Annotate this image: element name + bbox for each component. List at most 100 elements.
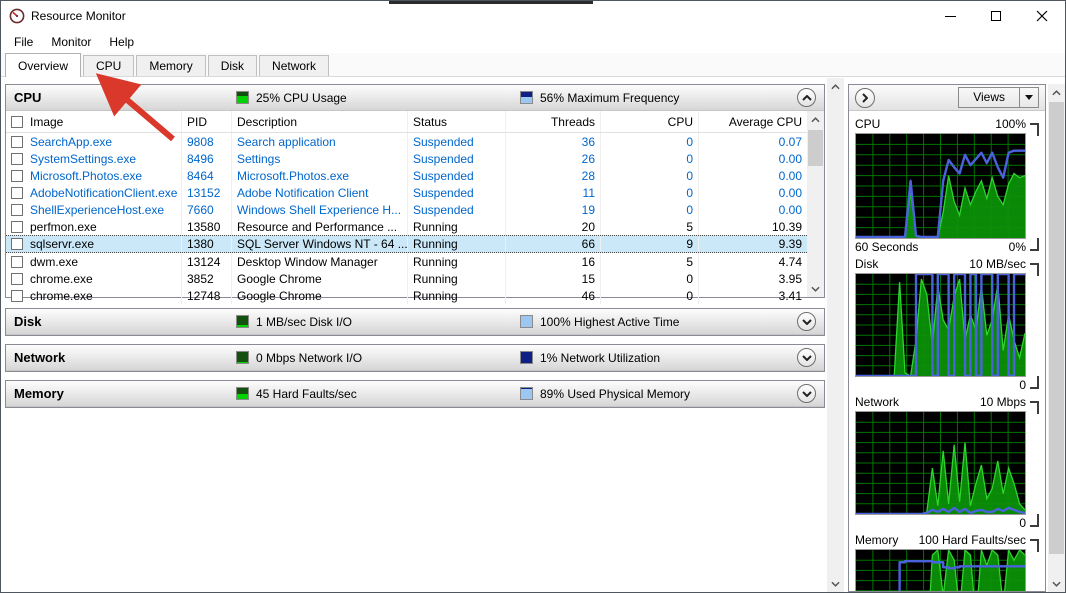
select-all-checkbox[interactable] [11,115,23,128]
scroll-up-icon[interactable] [807,111,824,128]
table-scrollbar[interactable] [807,111,824,297]
cpu-graph-max-label: 100% [995,117,1026,131]
close-button[interactable] [1019,1,1065,31]
process-pid: 3852 [187,271,214,286]
memory-section-header[interactable]: Memory 45 Hard Faults/sec 89% Used Physi… [6,381,824,407]
scale-bracket [1030,514,1039,527]
scroll-up-icon[interactable] [1048,84,1065,101]
network-io-label: 0 Mbps Network I/O [256,350,363,365]
process-pid: 1380 [187,237,214,251]
menubar: File Monitor Help [1,31,1065,53]
process-status: Suspended [413,202,474,217]
process-cpu: 0 [686,168,693,183]
cpu-usage-meter-icon [236,91,249,104]
tab-disk[interactable]: Disk [207,55,258,76]
views-button[interactable]: Views [958,87,1039,108]
maximize-button[interactable] [973,1,1019,31]
row-checkbox[interactable] [11,272,23,285]
process-description: Resource and Performance ... [237,219,398,234]
collapse-graphs-button[interactable] [855,87,875,108]
process-description: Google Chrome [237,288,322,303]
table-row[interactable]: chrome.exe 3852 Google Chrome Running 15… [6,270,807,287]
cpu-section-header[interactable]: CPU 25% CPU Usage 56% Maximum Frequency [6,85,824,111]
process-average-cpu: 0.00 [778,185,802,200]
memory-graph-max-label: 100 Hard Faults/sec [918,533,1026,547]
graphs-scrollbar[interactable] [1048,84,1065,592]
scroll-down-icon[interactable] [807,280,824,297]
scroll-up-icon[interactable] [827,78,844,95]
tab-cpu[interactable]: CPU [83,55,135,76]
cpu-graph-title: CPU [855,117,881,131]
process-cpu: 0 [686,151,693,166]
disk-graph-min-label: 0 [1019,378,1026,392]
process-description: Settings [237,151,281,166]
row-checkbox[interactable] [11,289,23,302]
process-threads: 19 [581,202,595,217]
row-checkbox[interactable] [11,135,23,148]
views-dropdown-arrow[interactable] [1019,88,1038,107]
table-row[interactable]: perfmon.exe 13580 Resource and Performan… [6,218,807,235]
network-section-header[interactable]: Network 0 Mbps Network I/O 1% Network Ut… [6,345,824,371]
table-header-row[interactable]: Image PID Description Status Threads CPU… [6,111,807,133]
minimize-button[interactable] [927,1,973,31]
process-cpu: 0 [686,202,693,217]
page-scrollbar[interactable] [827,78,844,592]
table-row[interactable]: SystemSettings.exe 8496 Settings Suspend… [6,150,807,167]
process-image-name: chrome.exe [30,288,93,303]
hard-faults-label: 45 Hard Faults/sec [256,386,357,401]
process-cpu: 5 [686,254,693,269]
row-checkbox[interactable] [11,255,23,268]
cpu-collapse-button[interactable] [797,88,816,107]
scroll-down-icon[interactable] [1048,575,1065,592]
network-graph-title: Network [855,395,900,409]
col-threads: Threads [506,111,601,132]
row-checkbox[interactable] [11,238,23,250]
tabstrip: Overview CPU Memory Disk Network [1,53,1065,77]
col-image: Image [30,114,64,129]
process-image-name: chrome.exe [30,271,93,286]
process-cpu: 0 [686,185,693,200]
process-average-cpu: 0.00 [778,151,802,166]
memory-expand-button[interactable] [797,384,816,403]
scroll-down-icon[interactable] [827,575,844,592]
table-scrollbar-thumb[interactable] [808,130,823,166]
process-pid: 13152 [187,185,221,200]
process-status: Running [413,237,458,251]
row-checkbox[interactable] [11,152,23,165]
row-checkbox[interactable] [11,220,23,233]
process-pid: 12748 [187,288,221,303]
table-row[interactable]: chrome.exe 12748 Google Chrome Running 4… [6,287,807,304]
process-description: Windows Shell Experience H... [237,202,402,217]
graphs-scrollbar-thumb[interactable] [1049,102,1064,554]
row-checkbox[interactable] [11,169,23,182]
table-row[interactable]: SearchApp.exe 9808 Search application Su… [6,133,807,150]
tab-network[interactable]: Network [259,55,330,76]
tab-memory[interactable]: Memory [136,55,206,76]
scale-bracket [1030,263,1039,276]
tab-overview[interactable]: Overview [5,53,82,77]
process-pid: 9808 [187,134,214,149]
table-row[interactable]: sqlservr.exe 1380 SQL Server Windows NT … [6,235,807,253]
row-checkbox[interactable] [11,203,23,216]
process-pid: 8464 [187,168,214,183]
table-row[interactable]: dwm.exe 13124 Desktop Window Manager Run… [6,253,807,270]
process-average-cpu: 4.74 [778,254,802,269]
table-row[interactable]: ShellExperienceHost.exe 7660 Windows She… [6,201,807,218]
memory-section: Memory 45 Hard Faults/sec 89% Used Physi… [5,380,825,408]
network-expand-button[interactable] [797,348,816,367]
disk-section-header[interactable]: Disk 1 MB/sec Disk I/O 100% Highest Acti… [6,309,824,335]
process-cpu: 0 [686,271,693,286]
table-row[interactable]: AdobeNotificationClient.exe 13152 Adobe … [6,184,807,201]
menu-file[interactable]: File [5,33,42,51]
disk-section-title: Disk [14,314,42,329]
menu-help[interactable]: Help [100,33,143,51]
network-io-meter-icon [236,351,249,364]
menu-monitor[interactable]: Monitor [42,33,100,51]
process-description: SQL Server Windows NT - 64 ... [237,237,408,251]
table-row[interactable]: Microsoft.Photos.exe 8464 Microsoft.Phot… [6,167,807,184]
scale-bracket [1030,376,1039,389]
disk-active-label: 100% Highest Active Time [540,314,680,329]
network-util-meter-icon [520,351,533,364]
row-checkbox[interactable] [11,186,23,199]
disk-expand-button[interactable] [797,312,816,331]
